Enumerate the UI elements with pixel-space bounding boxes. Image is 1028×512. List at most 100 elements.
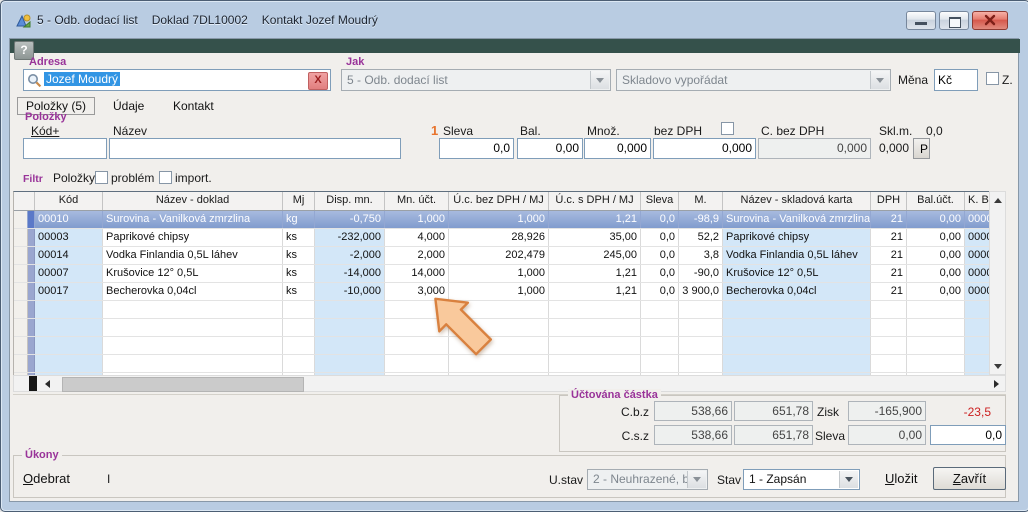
grid-cell[interactable] bbox=[641, 337, 679, 354]
currency-input[interactable]: Kč bbox=[934, 69, 978, 91]
grid-cell[interactable] bbox=[103, 355, 283, 372]
grid-cell[interactable] bbox=[907, 301, 965, 318]
grid-cell[interactable]: Krušovice 12° 0,5L bbox=[723, 265, 871, 282]
grid-cell[interactable] bbox=[35, 355, 103, 372]
grid-cell[interactable] bbox=[35, 319, 103, 336]
grid-cell[interactable]: -10,000 bbox=[315, 283, 385, 300]
grid-cell[interactable] bbox=[907, 355, 965, 372]
grid-header-cell[interactable]: DPH bbox=[871, 192, 907, 210]
grid-header-cell[interactable]: Název - skladová karta bbox=[723, 192, 871, 210]
bal-input[interactable]: 0,00 bbox=[517, 138, 583, 159]
grid-cell[interactable]: ks bbox=[283, 229, 315, 246]
grid-cell[interactable]: 00007 bbox=[35, 265, 103, 282]
grid-cell[interactable]: 202,479 bbox=[449, 247, 549, 264]
grid-cell[interactable]: 4,000 bbox=[385, 229, 449, 246]
grid-cell[interactable]: Paprikové chipsy bbox=[103, 229, 283, 246]
grid-cell[interactable]: ks bbox=[283, 283, 315, 300]
grid-cell[interactable]: -98,9 bbox=[679, 211, 723, 228]
grid-cell[interactable]: 35,00 bbox=[549, 229, 641, 246]
grid-header-cell[interactable]: Název - doklad bbox=[103, 192, 283, 210]
grid-cell[interactable]: Vodka Finlandia 0,5L láhev bbox=[723, 247, 871, 264]
row-selector-cell[interactable] bbox=[14, 211, 28, 228]
grid-cell[interactable]: 0000 bbox=[965, 283, 990, 300]
grid-cell[interactable]: 0,00 bbox=[907, 265, 965, 282]
grid-cell[interactable]: 0,0 bbox=[641, 211, 679, 228]
grid-header-cell[interactable]: Ú.c. bez DPH / MJ bbox=[449, 192, 549, 210]
doc-type-select[interactable]: 5 - Odb. dodací list bbox=[341, 69, 611, 91]
grid-cell[interactable]: ks bbox=[283, 247, 315, 264]
grid-cell[interactable] bbox=[907, 337, 965, 354]
scroll-up-button[interactable] bbox=[990, 192, 1005, 208]
grid-cell[interactable]: 245,00 bbox=[549, 247, 641, 264]
chevron-down-icon[interactable] bbox=[590, 71, 609, 89]
grid-cell[interactable] bbox=[965, 355, 990, 372]
grid-cell[interactable] bbox=[679, 355, 723, 372]
grid-cell[interactable]: 0,00 bbox=[907, 247, 965, 264]
row-selector-cell[interactable] bbox=[14, 229, 28, 246]
grid-cell[interactable] bbox=[35, 301, 103, 318]
grid-header-cell[interactable]: Mj bbox=[283, 192, 315, 210]
restore-button[interactable] bbox=[939, 11, 969, 30]
grid-cell[interactable]: 0,0 bbox=[641, 283, 679, 300]
grid-cell[interactable]: 14,000 bbox=[385, 265, 449, 282]
zavrit-button[interactable]: Zavřít bbox=[933, 467, 1006, 490]
grid-cell[interactable]: -2,000 bbox=[315, 247, 385, 264]
grid-cell[interactable]: Vodka Finlandia 0,5L láhev bbox=[103, 247, 283, 264]
grid-cell[interactable]: 0,0 bbox=[641, 265, 679, 282]
grid-cell[interactable]: Becherovka 0,04cl bbox=[723, 283, 871, 300]
grid-cell[interactable]: 21 bbox=[871, 247, 907, 264]
grid-row[interactable]: 00010Surovina - Vanilková zmrzlinakg-0,7… bbox=[14, 211, 990, 229]
odebrat-button[interactable]: Odebrat bbox=[23, 471, 70, 486]
grid-cell[interactable] bbox=[315, 337, 385, 354]
grid-cell[interactable] bbox=[549, 319, 641, 336]
grid-cell[interactable]: Becherovka 0,04cl bbox=[103, 283, 283, 300]
grid-cell[interactable]: 28,926 bbox=[449, 229, 549, 246]
grid-header-cell[interactable]: K. Ba bbox=[965, 192, 990, 210]
grid-cell[interactable]: 1,21 bbox=[549, 265, 641, 282]
grid-cell[interactable]: 0000 bbox=[965, 265, 990, 282]
grid-cell[interactable]: 2,000 bbox=[385, 247, 449, 264]
grid-cell[interactable] bbox=[679, 319, 723, 336]
import-checkbox[interactable] bbox=[159, 171, 172, 184]
grid-cell[interactable]: 0,00 bbox=[907, 283, 965, 300]
grid-cell[interactable] bbox=[283, 355, 315, 372]
grid-cell[interactable] bbox=[315, 355, 385, 372]
grid-cell[interactable]: 0,0 bbox=[641, 229, 679, 246]
grid-cell[interactable] bbox=[723, 355, 871, 372]
sleva-input[interactable]: 0,0 bbox=[439, 138, 514, 159]
grid-cell[interactable]: ks bbox=[283, 265, 315, 282]
problem-checkbox[interactable] bbox=[95, 171, 108, 184]
grid-cell[interactable] bbox=[641, 319, 679, 336]
row-selector-cell[interactable] bbox=[14, 355, 28, 372]
z-checkbox[interactable] bbox=[986, 72, 999, 85]
clear-address-button[interactable]: X bbox=[308, 72, 328, 90]
grid-cell[interactable]: 1,21 bbox=[549, 283, 641, 300]
grid-cell[interactable]: -0,750 bbox=[315, 211, 385, 228]
row-selector-cell[interactable] bbox=[14, 319, 28, 336]
ustav-select[interactable]: 2 - Neuhrazené, be: bbox=[587, 469, 708, 490]
stav-select[interactable]: 1 - Zapsán bbox=[743, 469, 860, 490]
grid-cell[interactable] bbox=[723, 319, 871, 336]
adresa-value[interactable]: Jozef Moudrý bbox=[44, 72, 120, 86]
adresa-input[interactable]: Jozef Moudrý X bbox=[23, 69, 331, 91]
vertical-scrollbar[interactable] bbox=[989, 191, 1006, 375]
grid-header-cell[interactable]: Kód bbox=[35, 192, 103, 210]
grid-cell[interactable]: 0000 bbox=[965, 211, 990, 228]
row-selector-cell[interactable] bbox=[14, 283, 28, 300]
grid-cell[interactable]: Surovina - Vanilková zmrzlina bbox=[723, 211, 871, 228]
grid-cell[interactable] bbox=[871, 301, 907, 318]
grid-header-cell[interactable]: Bal.účt. bbox=[907, 192, 965, 210]
grid-cell[interactable] bbox=[103, 337, 283, 354]
row-selector-cell[interactable] bbox=[14, 337, 28, 354]
grid-cell[interactable]: 21 bbox=[871, 283, 907, 300]
horizontal-scrollbar[interactable] bbox=[13, 375, 1006, 392]
grid-header-cell[interactable]: M. bbox=[679, 192, 723, 210]
grid-row[interactable]: 00003Paprikové chipsyks-232,0004,00028,9… bbox=[14, 229, 990, 247]
grid-cell[interactable]: -14,000 bbox=[315, 265, 385, 282]
grid-cell[interactable]: 1,000 bbox=[449, 265, 549, 282]
grid-cell[interactable] bbox=[641, 355, 679, 372]
grid-cell[interactable]: 0,00 bbox=[907, 229, 965, 246]
row-selector-cell[interactable] bbox=[14, 301, 28, 318]
tab-udaje[interactable]: Údaje bbox=[113, 99, 144, 113]
grid-cell[interactable] bbox=[549, 355, 641, 372]
